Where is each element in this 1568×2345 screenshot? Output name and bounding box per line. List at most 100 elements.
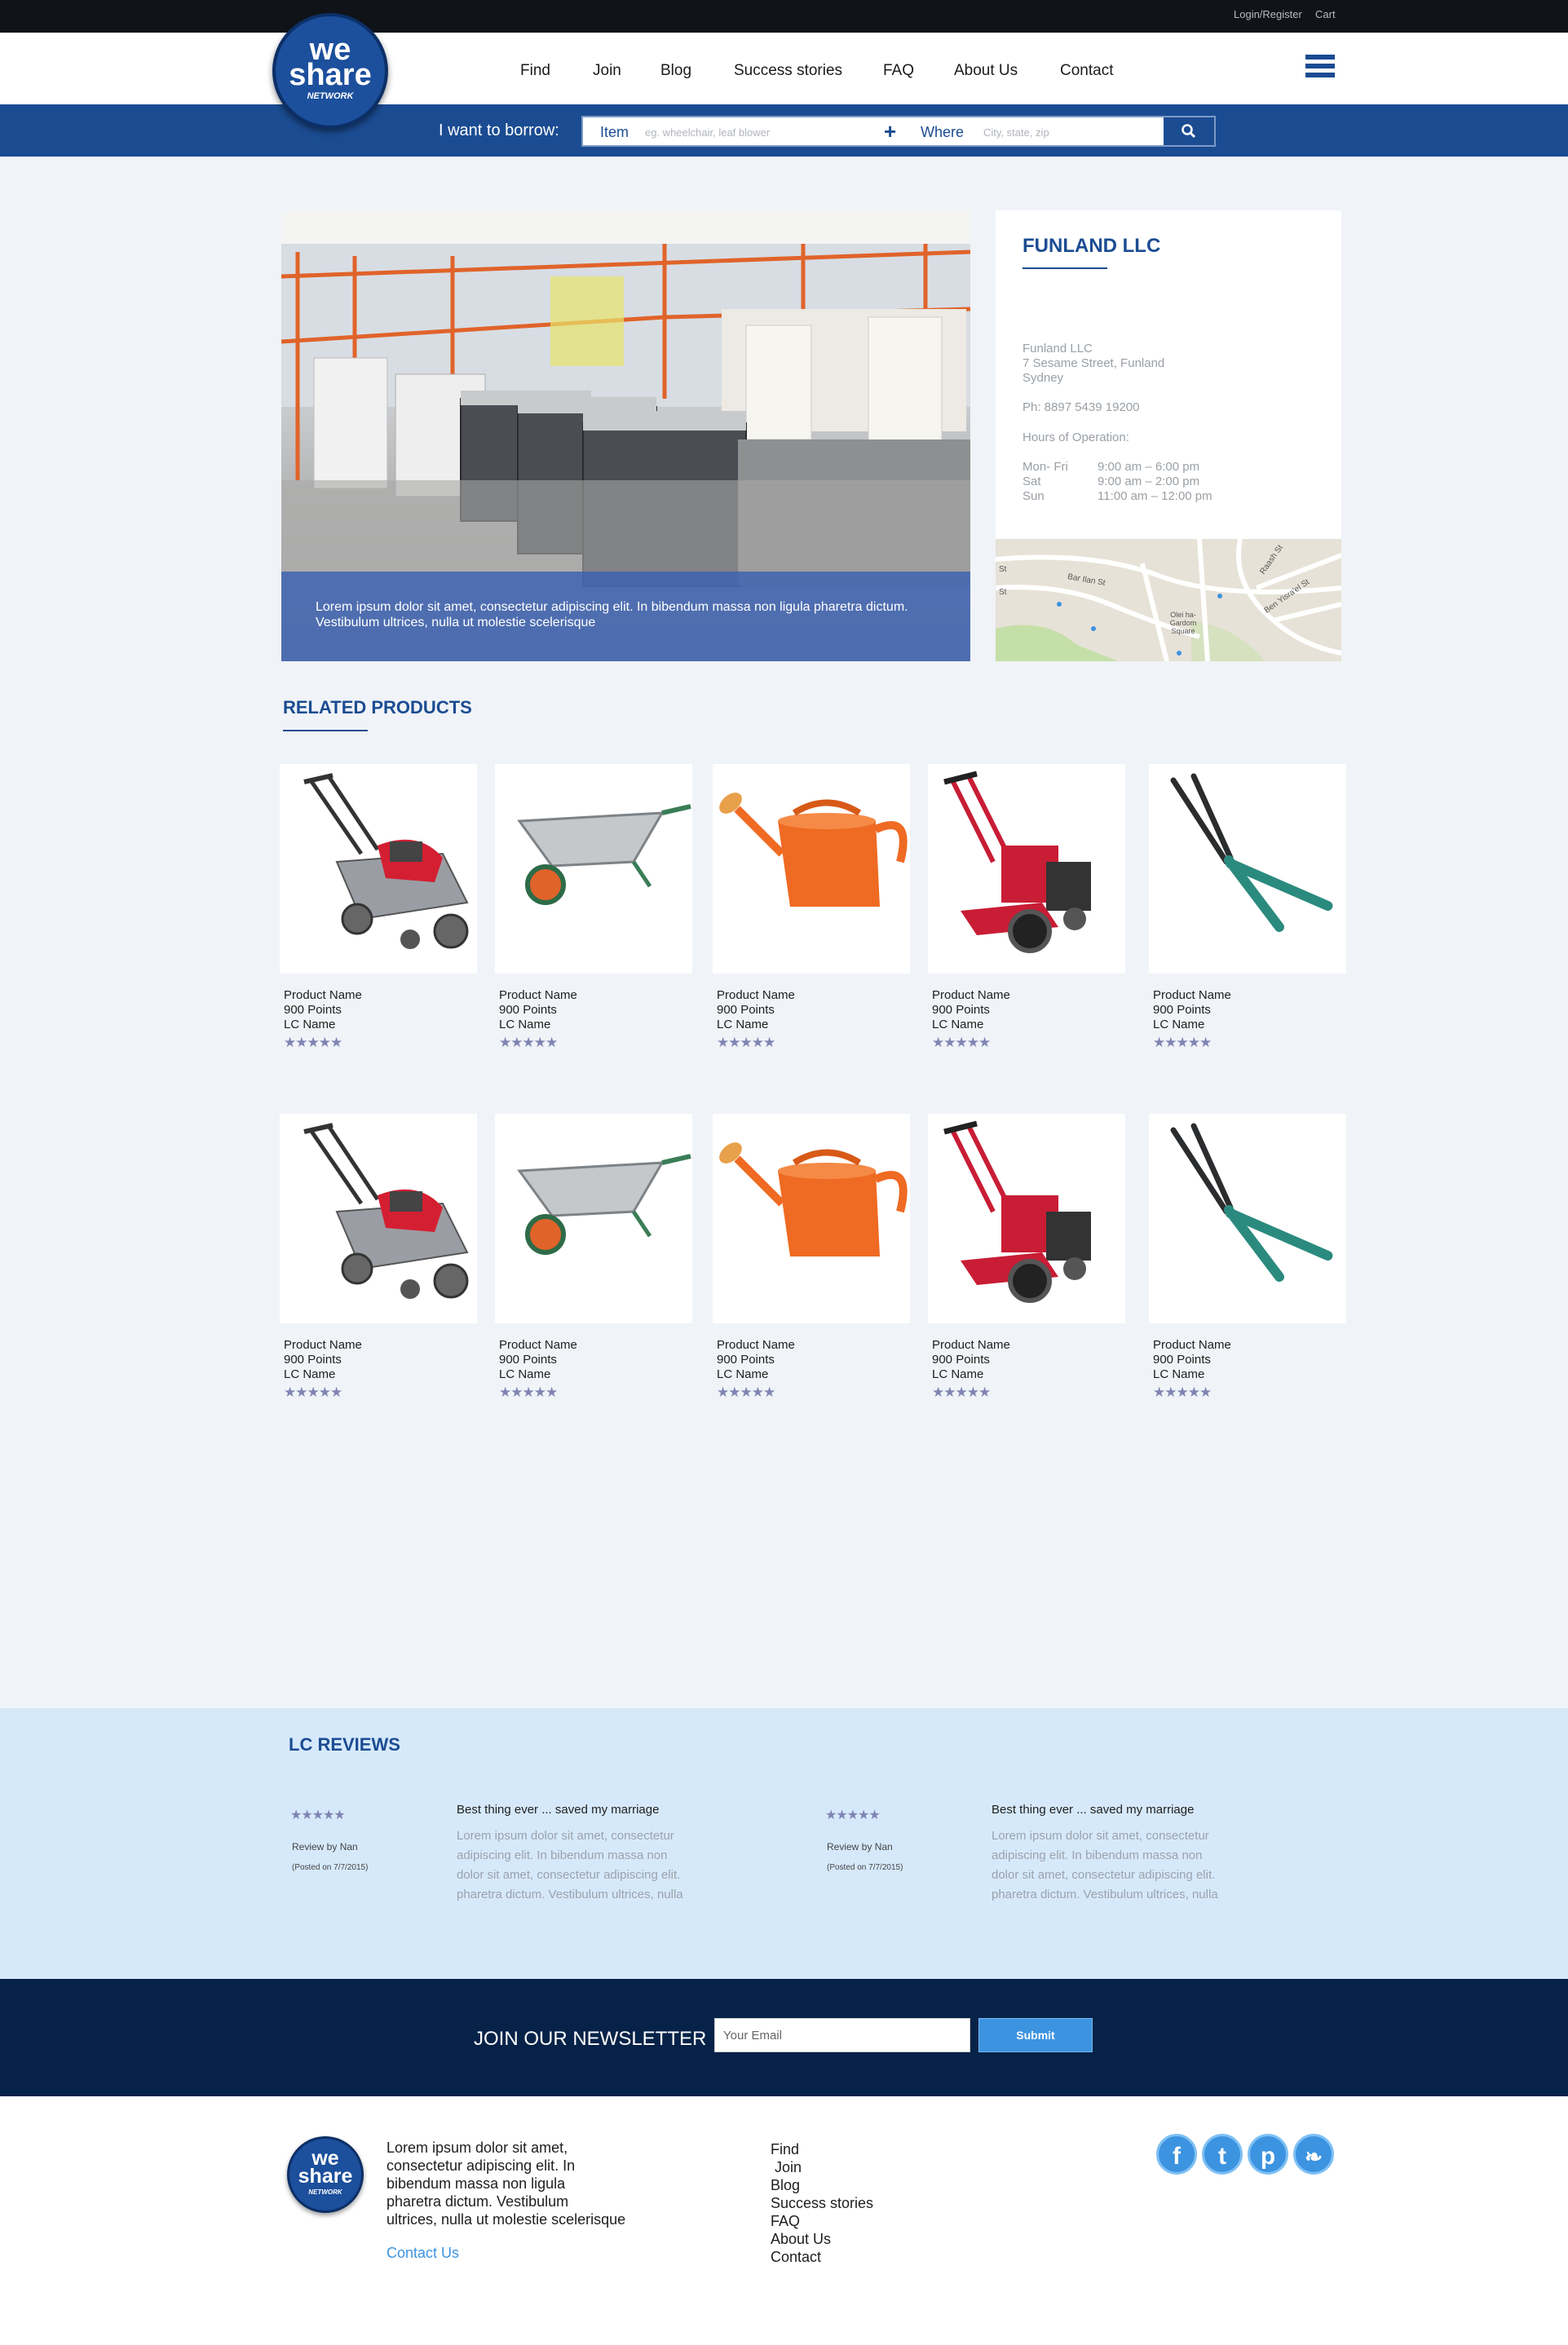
reviews-title: LC REVIEWS [289,1734,400,1755]
item-input[interactable]: eg. wheelchair, leaf blower [645,126,770,139]
review-line: dolor sit amet, consectetur adipiscing e… [457,1868,681,1882]
review-stars: ★★★★★ [290,1808,346,1822]
hero-caption: Lorem ipsum dolor sit amet, consectetur … [281,572,970,661]
footer-link-about-us[interactable]: About Us [771,2230,831,2248]
twitter-icon[interactable]: ❧ [1293,2134,1334,2175]
product-lc-name[interactable]: LC Name [1153,1367,1231,1382]
footer-link-contact[interactable]: Contact [771,2248,821,2266]
newsletter-submit-button[interactable]: Submit [978,2018,1093,2052]
wheelbarrow-icon [517,1154,691,1255]
product-points: 900 Points [499,1353,557,1367]
reviews-section: LC REVIEWS ★★★★★ Review by Nan (Posted o… [0,1708,1568,1979]
where-input[interactable]: City, state, zip [983,126,1049,139]
product-card[interactable] [1149,1114,1346,1323]
nav-about-us[interactable]: About Us [954,62,1018,80]
product-lc-name[interactable]: LC Name [284,1367,362,1382]
product-name[interactable]: Product Name [284,1338,362,1353]
product-rating-stars: ★★★★★ [932,1384,991,1400]
review-body: Lorem ipsum dolor sit amet, consectetur … [992,1826,1252,1905]
product-card[interactable] [928,1114,1125,1323]
product-card[interactable] [280,1114,477,1323]
product-points: 900 Points [1153,1353,1211,1367]
borrow-label: I want to borrow: [439,121,559,139]
footer-logo[interactable]: we share NETWORK [287,2136,364,2213]
hamburger-icon[interactable] [1305,55,1335,77]
product-lc-name[interactable]: LC Name [1153,1018,1231,1032]
product-points: 900 Points [1153,1003,1211,1017]
product-rating-stars: ★★★★★ [932,1035,991,1050]
review-date: (Posted on 7/7/2015) [827,1863,903,1872]
product-name[interactable]: Product Name [499,1338,577,1353]
product-name[interactable]: Product Name [284,988,362,1003]
logo-text-network: NETWORK [307,91,354,101]
lawn-mower-icon [303,773,469,949]
product-rating-stars: ★★★★★ [499,1384,558,1400]
product-card[interactable] [495,764,692,974]
map-label: St [999,588,1007,597]
nav-join[interactable]: Join [593,62,621,80]
nav-find[interactable]: Find [520,62,550,80]
nav-faq[interactable]: FAQ [883,62,914,80]
site-logo[interactable]: we share NETWORK [272,13,388,129]
footer-contact-link[interactable]: Contact Us [386,2245,459,2262]
hours-time: 9:00 am – 6:00 pm [1098,460,1200,474]
product-name[interactable]: Product Name [1153,1338,1231,1353]
footer-link-faq[interactable]: FAQ [771,2212,800,2230]
review-headline: Best thing ever ... saved my marriage [457,1803,660,1817]
product-lc-name[interactable]: LC Name [717,1018,795,1032]
tumblr-icon[interactable]: t [1202,2134,1243,2175]
product-name[interactable]: Product Name [1153,988,1231,1003]
product-card[interactable] [713,764,910,974]
facebook-icon[interactable]: f [1156,2134,1197,2175]
newsletter-email-input[interactable]: Your Email [714,2018,970,2052]
product-lc-name[interactable]: LC Name [499,1018,577,1032]
hours-label: Hours of Operation: [1023,431,1129,444]
product-rating-stars: ★★★★★ [499,1035,558,1050]
footer-link-success-stories[interactable]: Success stories [771,2194,873,2212]
hours-time: 9:00 am – 2:00 pm [1098,475,1200,488]
review-line: adipiscing elit. In bibendum massa non [457,1848,668,1862]
footer-text-line: Lorem ipsum dolor sit amet, [386,2140,568,2156]
product-name[interactable]: Product Name [717,988,795,1003]
nav-contact[interactable]: Contact [1060,62,1113,80]
review-body: Lorem ipsum dolor sit amet, consectetur … [457,1826,718,1905]
product-info: Product Name 900 Points LC Name ★★★★★ [284,988,362,1050]
product-name[interactable]: Product Name [499,988,577,1003]
login-register-link[interactable]: Login/Register [1234,8,1302,20]
newsletter-title: JOIN OUR NEWSLETTER [474,2028,707,2050]
review-author: Review by Nan [292,1841,358,1853]
tiller-icon [943,771,1091,953]
logo-text-share: share [298,2165,353,2188]
store-map[interactable]: Bar Ilan St Raash St Ben Yisra'el St Ole… [996,539,1341,661]
cart-link[interactable]: Cart [1315,8,1336,20]
footer-text-line: ultrices, nulla ut molestie scelerisque [386,2211,626,2228]
product-name[interactable]: Product Name [932,988,1010,1003]
nav-blog[interactable]: Blog [660,62,691,80]
product-rating-stars: ★★★★★ [717,1035,775,1050]
address-line: Sydney [1023,371,1064,385]
product-lc-name[interactable]: LC Name [932,1367,1010,1382]
map-label: St [999,565,1007,574]
nav-success-stories[interactable]: Success stories [734,62,842,80]
product-name[interactable]: Product Name [717,1338,795,1353]
product-name[interactable]: Product Name [932,1338,1010,1353]
search-icon [1182,124,1196,139]
product-lc-name[interactable]: LC Name [932,1018,1010,1032]
hours-time: 11:00 am – 12:00 pm [1098,489,1212,503]
product-card[interactable] [495,1114,692,1323]
product-card[interactable] [280,764,477,974]
footer-link-join[interactable]: Join [771,2158,802,2176]
footer-text-line: consectetur adipiscing elit. In [386,2157,576,2174]
product-lc-name[interactable]: LC Name [284,1018,362,1032]
footer-link-find[interactable]: Find [771,2140,799,2158]
footer-link-blog[interactable]: Blog [771,2176,800,2194]
product-card[interactable] [1149,764,1346,974]
product-lc-name[interactable]: LC Name [499,1367,577,1382]
product-card[interactable] [713,1114,910,1323]
footer-text-line: bibendum massa non ligula [386,2175,566,2192]
search-button[interactable] [1164,117,1214,145]
pinterest-icon[interactable]: p [1248,2134,1288,2175]
product-card[interactable] [928,764,1125,974]
plus-icon[interactable]: + [884,119,896,144]
product-lc-name[interactable]: LC Name [717,1367,795,1382]
